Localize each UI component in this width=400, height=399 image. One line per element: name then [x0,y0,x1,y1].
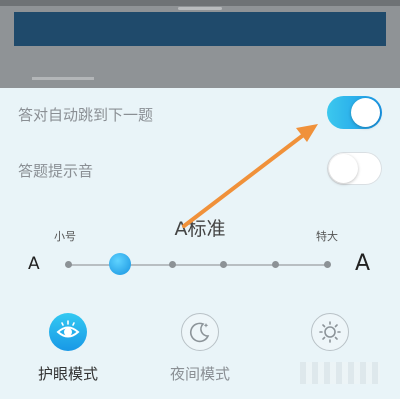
annotation-arrow [182,124,318,228]
watermark [300,362,380,384]
